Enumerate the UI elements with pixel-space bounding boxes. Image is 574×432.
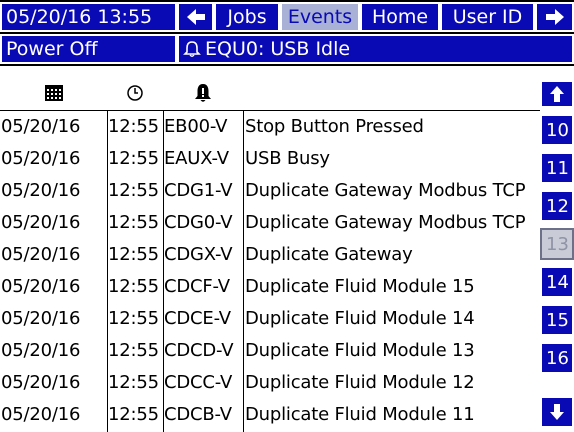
event-time: 12:55 (108, 244, 159, 265)
page-number: 16 (546, 347, 569, 369)
page-10-button[interactable]: 10 (540, 114, 574, 146)
event-code: CDG1-V (164, 180, 233, 201)
table-row[interactable]: 05/20/16 12:55 EAUX-V USB Busy (0, 143, 540, 175)
tab-events[interactable]: Events (280, 2, 360, 32)
event-date: 05/20/16 (1, 276, 81, 297)
event-date: 05/20/16 (1, 180, 81, 201)
page-down-button[interactable] (540, 396, 574, 428)
event-code: EB00-V (164, 116, 228, 137)
event-code: EAUX-V (164, 148, 229, 169)
tab-home[interactable]: Home (360, 2, 440, 32)
event-time: 12:55 (108, 212, 159, 233)
page-15-button[interactable]: 15 (540, 304, 574, 336)
table-row[interactable]: 05/20/16 12:55 CDCB-V Duplicate Fluid Mo… (0, 399, 540, 431)
event-code: CDGX-V (164, 244, 233, 265)
status-bar: Power Off EQU0: USB Idle (0, 34, 574, 66)
arrow-down-icon (550, 404, 564, 420)
machine-status: Power Off (0, 34, 177, 64)
event-time: 12:55 (108, 116, 159, 137)
status-message: EQU0: USB Idle (177, 34, 574, 64)
arrow-up-icon (550, 86, 564, 102)
event-time: 12:55 (108, 372, 159, 393)
event-description: Duplicate Fluid Module 15 (245, 276, 475, 297)
page-up-button[interactable] (540, 80, 574, 108)
page-11-button[interactable]: 11 (540, 152, 574, 184)
code-column-header (163, 76, 243, 110)
page-number: 13 (546, 233, 569, 255)
nav-forward-button[interactable] (535, 2, 574, 32)
event-code: CDCF-V (164, 276, 230, 297)
table-header (0, 76, 540, 110)
event-description: Duplicate Fluid Module 12 (245, 372, 475, 393)
event-time: 12:55 (108, 340, 159, 361)
time-column-header (107, 76, 163, 110)
table-row[interactable]: 05/20/16 12:55 CDCD-V Duplicate Fluid Mo… (0, 335, 540, 367)
event-time: 12:55 (108, 308, 159, 329)
event-code: CDCC-V (164, 372, 233, 393)
event-date: 05/20/16 (1, 244, 81, 265)
clock-icon (127, 85, 143, 101)
bell-outline-icon (183, 41, 201, 57)
event-description: Duplicate Gateway (245, 244, 413, 265)
event-description: Duplicate Fluid Module 13 (245, 340, 475, 361)
tab-user-id[interactable]: User ID (440, 2, 535, 32)
page-number: 11 (546, 157, 569, 179)
event-description: Stop Button Pressed (245, 116, 424, 137)
event-time: 12:55 (108, 148, 159, 169)
table-row[interactable]: 05/20/16 12:55 CDG1-V Duplicate Gateway … (0, 175, 540, 207)
event-description: Duplicate Gateway Modbus TCP (245, 180, 526, 201)
datetime-display: 05/20/16 13:55 (0, 2, 177, 32)
event-date: 05/20/16 (1, 148, 81, 169)
event-code: CDCE-V (164, 308, 231, 329)
calendar-icon (44, 85, 63, 101)
datetime-text: 05/20/16 13:55 (6, 5, 153, 28)
arrow-right-icon (545, 9, 564, 25)
event-date: 05/20/16 (1, 308, 81, 329)
page-number: 15 (546, 309, 569, 331)
table-row[interactable]: 05/20/16 12:55 EB00-V Stop Button Presse… (0, 111, 540, 143)
page-number: 10 (546, 119, 569, 141)
page-number: 12 (546, 195, 569, 217)
tab-user-id-label: User ID (452, 5, 523, 28)
event-date: 05/20/16 (1, 372, 81, 393)
page-number: 14 (546, 271, 569, 293)
event-description: Duplicate Fluid Module 11 (245, 404, 475, 425)
page-12-button[interactable]: 12 (540, 190, 574, 222)
date-column-header (0, 76, 107, 110)
page-14-button[interactable]: 14 (540, 266, 574, 298)
page-13-button[interactable]: 13 (540, 228, 574, 260)
machine-status-text: Power Off (6, 37, 98, 60)
table-row[interactable]: 05/20/16 12:55 CDCF-V Duplicate Fluid Mo… (0, 271, 540, 303)
event-date: 05/20/16 (1, 340, 81, 361)
bell-icon (195, 84, 211, 102)
tab-jobs-label: Jobs (227, 5, 267, 28)
tab-home-label: Home (371, 5, 429, 28)
event-time: 12:55 (108, 404, 159, 425)
event-code: CDCD-V (164, 340, 234, 361)
page-16-button[interactable]: 16 (540, 342, 574, 374)
event-code: CDCB-V (164, 404, 232, 425)
event-description: Duplicate Gateway Modbus TCP (245, 212, 526, 233)
top-bar: 05/20/16 13:55 Jobs Events Home User ID (0, 0, 574, 34)
tab-jobs[interactable]: Jobs (214, 2, 280, 32)
event-date: 05/20/16 (1, 212, 81, 233)
event-date: 05/20/16 (1, 404, 81, 425)
event-date: 05/20/16 (1, 116, 81, 137)
table-row[interactable]: 05/20/16 12:55 CDG0-V Duplicate Gateway … (0, 207, 540, 239)
page-navigator: 10 11 12 13 14 15 16 (540, 76, 574, 432)
event-code: CDG0-V (164, 212, 233, 233)
arrow-left-icon (186, 9, 205, 25)
status-message-text: EQU0: USB Idle (205, 37, 351, 60)
table-row[interactable]: 05/20/16 12:55 CDCC-V Duplicate Fluid Mo… (0, 367, 540, 399)
event-time: 12:55 (108, 276, 159, 297)
nav-back-button[interactable] (177, 2, 214, 32)
table-row[interactable]: 05/20/16 12:55 CDGX-V Duplicate Gateway (0, 239, 540, 271)
event-description: USB Busy (245, 148, 330, 169)
table-row[interactable]: 05/20/16 12:55 CDCE-V Duplicate Fluid Mo… (0, 303, 540, 335)
tab-events-label: Events (287, 5, 353, 28)
event-description: Duplicate Fluid Module 14 (245, 308, 475, 329)
event-time: 12:55 (108, 180, 159, 201)
